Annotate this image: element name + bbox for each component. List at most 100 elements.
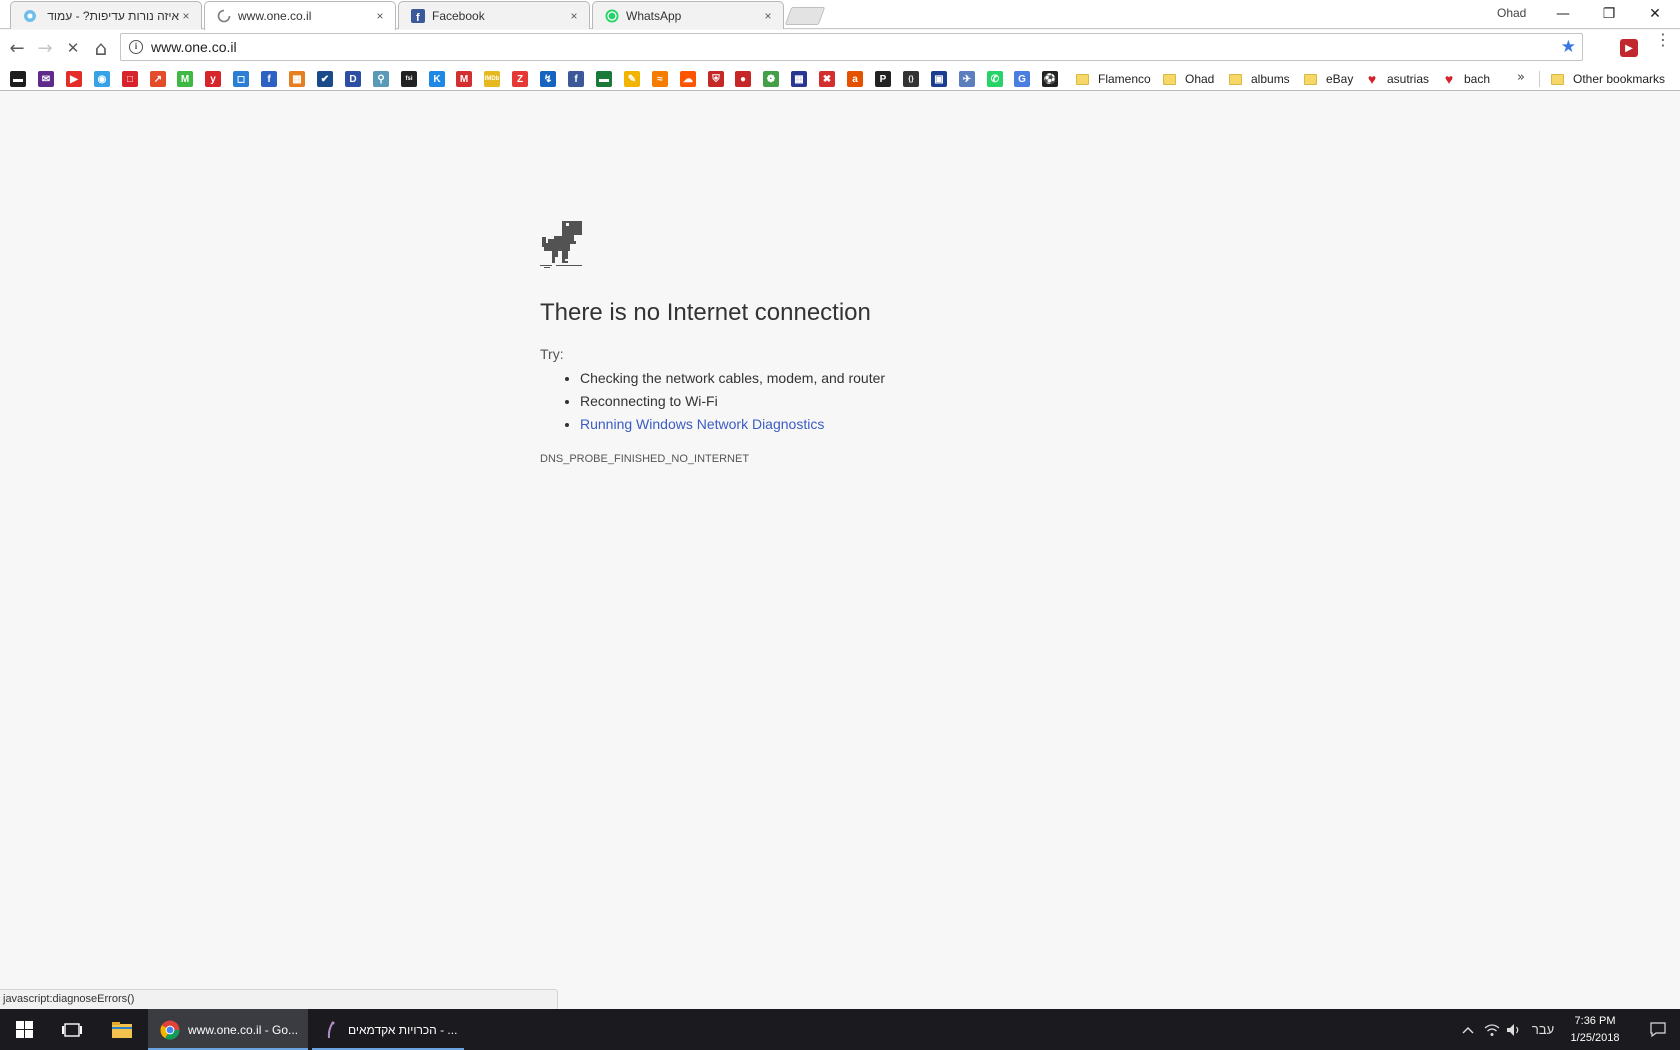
- task-view-icon: [62, 1022, 82, 1037]
- k-bookmark-icon[interactable]: K: [429, 71, 445, 87]
- green-swirl-bookmark-icon[interactable]: ❁: [763, 71, 779, 87]
- facebook-bookmark-icon[interactable]: f: [568, 71, 584, 87]
- task-view-button[interactable]: [48, 1009, 96, 1050]
- network-diagnostics-link[interactable]: Running Windows Network Diagnostics: [580, 416, 824, 432]
- green-bar-bookmark-icon[interactable]: ▬: [596, 71, 612, 87]
- address-bar[interactable]: i www.one.co.il ★: [120, 33, 1583, 61]
- start-button[interactable]: [0, 1009, 48, 1050]
- bookmark-folder-ohad[interactable]: Ohad: [1163, 69, 1214, 89]
- orange-wave-bookmark-icon[interactable]: ≈: [652, 71, 668, 87]
- error-title: There is no Internet connection: [540, 299, 871, 326]
- soundcloud-bookmark-icon[interactable]: ☁: [680, 71, 696, 87]
- facebook-icon: f: [411, 8, 425, 23]
- volume-icon: [1507, 1023, 1519, 1036]
- bookmark-star-icon[interactable]: ★: [1561, 37, 1576, 57]
- tab-close-icon[interactable]: ×: [567, 9, 581, 23]
- minimize-button[interactable]: —: [1540, 0, 1586, 28]
- figure-bookmark-icon[interactable]: ⚲: [373, 71, 389, 87]
- orange-grid-bookmark-icon[interactable]: ▦: [289, 71, 305, 87]
- show-hidden-icons-button[interactable]: [1455, 1009, 1481, 1050]
- taskbar-chrome-window[interactable]: www.one.co.il - Go...: [148, 1009, 308, 1050]
- tab-strip: איזה נורות עדיפות? - עמוד × www.one.co.i…: [0, 0, 1680, 30]
- back-button[interactable]: ←: [3, 34, 31, 62]
- taskbar-dating-window[interactable]: הכרויות אקדמאים - ...: [312, 1009, 464, 1050]
- bookmark-folder-flamenco[interactable]: Flamenco: [1076, 69, 1151, 89]
- blue-d-bookmark-icon[interactable]: D: [345, 71, 361, 87]
- bookmark-folder-ebay[interactable]: eBay: [1304, 69, 1353, 89]
- orange-circle-bookmark-icon[interactable]: a: [847, 71, 863, 87]
- red-x-bookmark-icon[interactable]: ✖: [819, 71, 835, 87]
- m-bookmark-icon[interactable]: M: [456, 71, 472, 87]
- tab-whatsapp[interactable]: WhatsApp ×: [592, 1, 784, 29]
- translate-bookmark-icon[interactable]: G: [1014, 71, 1030, 87]
- check-bookmark-icon[interactable]: ✔: [317, 71, 333, 87]
- tab-close-icon[interactable]: ×: [373, 9, 387, 23]
- youtube-bookmark-icon[interactable]: ▶: [66, 71, 82, 87]
- volume-tray-button[interactable]: [1503, 1009, 1525, 1050]
- heart-icon: ♥: [1444, 71, 1454, 87]
- info-icon[interactable]: i: [129, 40, 143, 54]
- tab-facebook[interactable]: f Facebook ×: [398, 1, 590, 29]
- network-tray-button[interactable]: [1481, 1009, 1503, 1050]
- menu-icon[interactable]: ⋮: [1655, 32, 1671, 48]
- red-square-bookmark-icon[interactable]: □: [122, 71, 138, 87]
- tab-hebrew-page[interactable]: איזה נורות עדיפות? - עמוד ×: [10, 1, 202, 29]
- folder-icon: [1076, 73, 1089, 85]
- extension-icon[interactable]: ▶: [1620, 39, 1638, 57]
- yellow-bookmark-icon[interactable]: ✎: [624, 71, 640, 87]
- forward-button[interactable]: →: [31, 34, 59, 62]
- circle-bookmark-icon[interactable]: ◉: [94, 71, 110, 87]
- close-window-button[interactable]: ✕: [1632, 0, 1678, 28]
- red-arrow-bookmark-icon[interactable]: ↗: [150, 71, 166, 87]
- bookmark-label: Other bookmarks: [1573, 72, 1666, 86]
- home-button[interactable]: ⌂: [87, 34, 115, 62]
- folder-icon: [1551, 73, 1564, 85]
- input-language-button[interactable]: עבר: [1527, 1009, 1559, 1050]
- tab-close-icon[interactable]: ×: [179, 9, 193, 23]
- blue-box-bookmark-icon[interactable]: ◻: [233, 71, 249, 87]
- blue-f-bookmark-icon[interactable]: f: [261, 71, 277, 87]
- bookmarks-bar: ▬ ✉ ▶ ◉ □ ↗ My ◻ f ▦ ✔ D ⚲ fsi K M IMDb Z ↯ f ▬ ✎ ≈ ☁ ⛨ ● ❁ ▦ ✖ a P{} ▣…: [0, 66, 1680, 91]
- system-clock[interactable]: 7:36 PM 1/25/2018: [1560, 1013, 1630, 1047]
- p-bookmark-icon[interactable]: P: [875, 71, 891, 87]
- tab-close-icon[interactable]: ×: [761, 9, 775, 23]
- action-center-button[interactable]: [1636, 1009, 1680, 1050]
- profile-name[interactable]: Ohad: [1497, 6, 1526, 20]
- url-text[interactable]: www.one.co.il: [151, 39, 1561, 55]
- file-explorer-button[interactable]: [98, 1009, 146, 1050]
- calendar-bookmark-icon[interactable]: ▦: [791, 71, 807, 87]
- other-bookmarks[interactable]: Other bookmarks: [1551, 69, 1665, 89]
- tab-one-co-il[interactable]: www.one.co.il ×: [204, 1, 396, 30]
- bookmarks-overflow-icon[interactable]: »: [1517, 70, 1525, 85]
- tab-title: WhatsApp: [626, 8, 682, 23]
- chrome-icon: [160, 1020, 180, 1040]
- bag-bookmark-icon[interactable]: ▬: [10, 71, 26, 87]
- y-bookmark-icon[interactable]: y: [205, 71, 221, 87]
- restore-button[interactable]: ❐: [1586, 0, 1632, 28]
- bracket-bookmark-icon[interactable]: {}: [903, 71, 919, 87]
- suggestion-item: Reconnecting to Wi-Fi: [580, 390, 885, 413]
- green-m-bookmark-icon[interactable]: M: [177, 71, 193, 87]
- imdb-bookmark-icon[interactable]: IMDb: [484, 71, 500, 87]
- frame-bookmark-icon[interactable]: ▣: [931, 71, 947, 87]
- tab-title: איזה נורות עדיפות? - עמוד: [47, 8, 179, 23]
- football-bookmark-icon[interactable]: ⚽: [1042, 71, 1058, 87]
- red-ball-bookmark-icon[interactable]: ●: [735, 71, 751, 87]
- whatsapp-bookmark-icon[interactable]: ✆: [987, 71, 1003, 87]
- folder-icon: [112, 1021, 132, 1038]
- fsi-bookmark-icon[interactable]: fsi: [401, 71, 417, 87]
- whatsapp-icon: [605, 9, 619, 23]
- mail-bookmark-icon[interactable]: ✉: [38, 71, 54, 87]
- bookmark-asutrias[interactable]: ♥ asutrias: [1365, 69, 1429, 89]
- browser-toolbar: ← → ✕ ⌂ i www.one.co.il ★ ▶ ⋮: [0, 30, 1680, 66]
- new-tab-button[interactable]: [784, 7, 826, 25]
- bookmark-bach[interactable]: ♥ bach: [1442, 69, 1490, 89]
- shield-bookmark-icon[interactable]: ⛨: [708, 71, 724, 87]
- bookmark-folder-albums[interactable]: albums: [1229, 69, 1290, 89]
- stop-button[interactable]: ✕: [59, 34, 87, 62]
- z-bookmark-icon[interactable]: Z: [512, 71, 528, 87]
- chart-bookmark-icon[interactable]: ↯: [540, 71, 556, 87]
- bookmark-label: bach: [1464, 72, 1491, 86]
- bird-bookmark-icon[interactable]: ✈: [959, 71, 975, 87]
- clock-date: 1/25/2018: [1570, 1032, 1620, 1044]
